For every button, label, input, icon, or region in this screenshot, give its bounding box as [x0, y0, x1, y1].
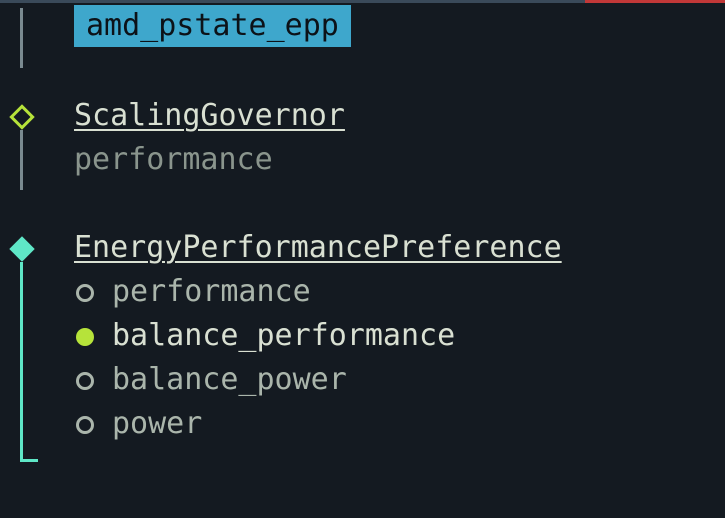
radio-empty-icon[interactable]: [76, 416, 94, 434]
tree-line: [20, 130, 23, 190]
section-marker-diamond-solid-icon: [9, 236, 34, 261]
epp-option-power[interactable]: power: [112, 402, 202, 446]
epp-option-balance-power[interactable]: balance_power: [112, 358, 347, 402]
epp-option-performance[interactable]: performance: [112, 270, 311, 314]
selected-driver-label: amd_pstate_epp: [86, 4, 339, 48]
radio-filled-icon[interactable]: [76, 328, 94, 346]
section-title-scaling-governor[interactable]: ScalingGovernor: [74, 94, 345, 138]
config-tree-panel: amd_pstate_epp ScalingGovernor performan…: [0, 0, 725, 518]
tree-line-active: [20, 262, 23, 462]
epp-option-balance-performance[interactable]: balance_performance: [112, 314, 455, 358]
radio-empty-icon[interactable]: [76, 284, 94, 302]
tree-line-end: [20, 459, 38, 462]
radio-empty-icon[interactable]: [76, 372, 94, 390]
section-title-epp[interactable]: EnergyPerformancePreference: [74, 226, 562, 270]
scaling-governor-value: performance: [74, 138, 273, 182]
section-marker-diamond-outline-icon: [9, 104, 34, 129]
selected-driver-item[interactable]: amd_pstate_epp: [74, 5, 351, 47]
panel-top-border-accent: [585, 0, 725, 3]
tree-line: [20, 8, 23, 68]
